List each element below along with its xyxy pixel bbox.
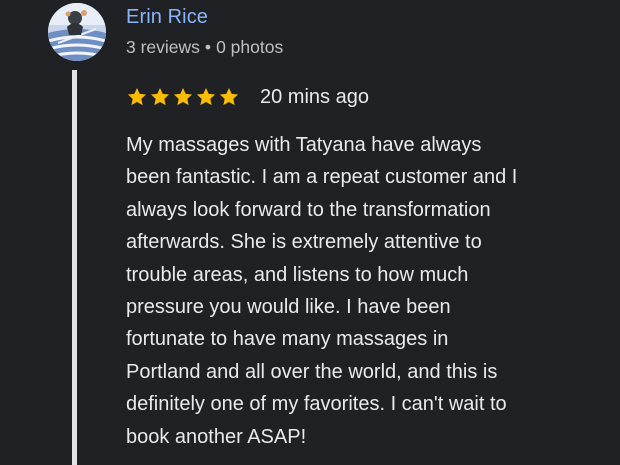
star-icon bbox=[150, 88, 170, 106]
review-text-line: trouble areas, and listens to how much bbox=[126, 263, 469, 286]
star-icon bbox=[219, 88, 239, 106]
review-text-line: My massages with Tatyana have always bbox=[126, 134, 482, 156]
review-text-line: been fantastic. I am a repeat customer a… bbox=[126, 166, 518, 189]
photo-count: 0 photos bbox=[216, 37, 284, 57]
review-text-line: definitely one of my favorites. I can't … bbox=[126, 393, 507, 416]
review-text: My massages with Tatyana have always been… bbox=[126, 129, 606, 453]
review-text-line: book another ASAP! bbox=[126, 425, 307, 448]
review-time: 20 mins ago bbox=[260, 85, 369, 108]
rating-row: 20 mins ago bbox=[126, 84, 369, 110]
author-stats: 3 reviews • 0 photos bbox=[126, 37, 283, 58]
review-text-line: pressure you would like. I have been bbox=[126, 296, 451, 319]
star-icon bbox=[127, 88, 147, 106]
star-rating bbox=[126, 86, 240, 108]
review-text-line: always look forward to the transformatio… bbox=[126, 198, 491, 221]
avatar-image bbox=[48, 3, 106, 61]
review-text-line: afterwards. She is extremely attentive t… bbox=[126, 231, 482, 254]
star-icon bbox=[196, 88, 216, 106]
thread-line bbox=[72, 70, 77, 465]
review-count: 3 reviews bbox=[126, 37, 200, 57]
stats-separator: • bbox=[204, 37, 212, 57]
review-text-line: fortunate to have many massages in bbox=[126, 328, 449, 351]
star-icon bbox=[173, 88, 193, 106]
avatar[interactable] bbox=[48, 3, 106, 61]
review-card: Erin Rice 3 reviews • 0 photos 20 mins ago… bbox=[0, 0, 620, 465]
author-name[interactable]: Erin Rice bbox=[126, 6, 208, 29]
review-text-line: Portland and all over the world, and thi… bbox=[126, 360, 498, 383]
